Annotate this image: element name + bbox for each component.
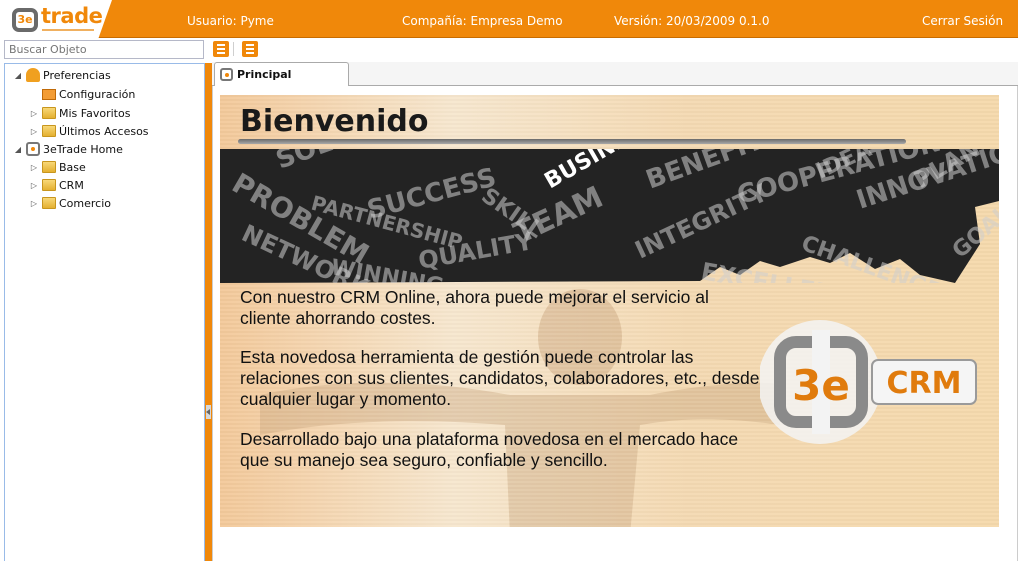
tree-item-label: 3eTrade Home: [43, 142, 123, 156]
tree-expanded-icon[interactable]: ◢: [13, 145, 23, 154]
collapse-panel-icon[interactable]: [206, 405, 211, 419]
features-paragraph: Esta novedosa herramienta de gestión pue…: [240, 347, 760, 409]
tree-item-ultimos-accesos[interactable]: ▷ Últimos Accesos: [29, 122, 149, 140]
crm-logo: 3e CRM: [760, 320, 977, 444]
tree-collapsed-icon[interactable]: ▷: [29, 199, 39, 208]
tree-item-comercio[interactable]: ▷ Comercio: [29, 194, 111, 212]
folder-icon: [42, 197, 56, 209]
word-cloud-image: PROBLEMSOLUTIONNETWORKSUCCESSQUALITYTEAM…: [220, 149, 999, 283]
expand-tree-icon[interactable]: [213, 41, 229, 57]
tree-collapsed-icon[interactable]: ▷: [29, 181, 39, 190]
tree-item-label: Mis Favoritos: [59, 106, 131, 120]
tree-item-label: Comercio: [59, 196, 112, 210]
config-icon: [42, 88, 56, 100]
home-icon: [220, 68, 233, 81]
collapse-tree-icon[interactable]: [242, 41, 258, 57]
folder-icon: [42, 107, 56, 119]
tree-item-3etrade-home[interactable]: ◢ 3eTrade Home: [13, 140, 123, 158]
folder-icon: [42, 179, 56, 191]
panel-splitter[interactable]: [205, 63, 212, 561]
tree-item-mis-favoritos[interactable]: ▷ Mis Favoritos: [29, 104, 131, 122]
welcome-banner: Bienvenido PROBLEMSOLUTIONNETWORKSUCCESS…: [220, 95, 999, 527]
tree-expanded-icon[interactable]: ◢: [13, 71, 23, 80]
tab-label: Principal: [237, 68, 292, 81]
tree-collapsed-icon[interactable]: ▷: [29, 163, 39, 172]
logout-link[interactable]: Cerrar Sesión: [922, 14, 1003, 28]
tree-item-base[interactable]: ▷ Base: [29, 158, 86, 176]
tree-item-crm[interactable]: ▷ CRM: [29, 176, 84, 194]
user-label: Usuario: Pyme: [187, 14, 274, 28]
logo-text: trade: [41, 4, 103, 28]
intro-paragraph: Con nuestro CRM Online, ahora puede mejo…: [240, 287, 709, 328]
tree-item-label: Configuración: [59, 87, 136, 101]
toolbar-separator: [233, 42, 234, 56]
crm-logo-mark: 3e: [792, 361, 850, 410]
logo-tagline-bar: [42, 29, 94, 31]
folder-icon: [42, 125, 56, 137]
version-label: Versión: 20/03/2009 0.1.0: [614, 14, 770, 28]
tree-item-label: CRM: [59, 178, 84, 192]
tree-collapsed-icon[interactable]: ▷: [29, 109, 39, 118]
platform-paragraph: Desarrollado bajo una plataforma novedos…: [240, 429, 739, 470]
tree-item-label: Base: [59, 160, 86, 174]
folder-icon: [42, 161, 56, 173]
tab-bar: Principal: [212, 62, 1018, 86]
search-input[interactable]: [4, 40, 204, 59]
tree-item-label: Últimos Accesos: [59, 124, 149, 138]
tree-collapsed-icon[interactable]: ▷: [29, 127, 39, 136]
tree-item-label: Preferencias: [43, 68, 111, 82]
logo-3e-icon: 3e: [12, 8, 38, 32]
company-label: Compañía: Empresa Demo: [402, 14, 563, 28]
tree-item-preferencias[interactable]: ◢ Preferencias: [13, 66, 111, 84]
title-underline: [238, 139, 906, 144]
tree-item-configuracion[interactable]: Configuración: [42, 85, 135, 103]
navigation-tree: ◢ Preferencias Configuración ▷ Mis Favor…: [4, 63, 205, 561]
crm-logo-text: CRM: [887, 366, 962, 401]
top-bar: 3e trade Usuario: Pyme Compañía: Empresa…: [0, 0, 1018, 38]
user-icon: [26, 68, 40, 82]
welcome-title: Bienvenido: [240, 104, 429, 139]
tab-principal[interactable]: Principal: [214, 62, 349, 86]
app-logo: 3e trade: [0, 0, 112, 38]
home-icon: [26, 142, 40, 156]
